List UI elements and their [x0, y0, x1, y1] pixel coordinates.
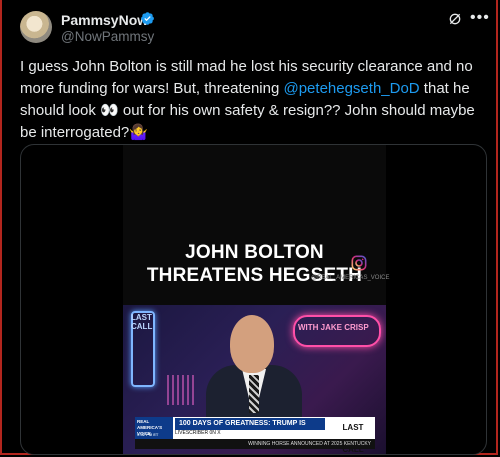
host-tie: [249, 375, 259, 413]
verified-badge-icon: [141, 12, 154, 25]
neon-decor: [167, 375, 197, 405]
headline-line-1: JOHN BOLTON: [185, 242, 324, 263]
more-icon[interactable]: •••: [470, 9, 490, 27]
media-card[interactable]: JOHN BOLTON THREATENS HEGSETH @REAL_AMER…: [20, 144, 487, 455]
avatar[interactable]: [20, 11, 52, 43]
broadcast-frame: LAST CALL WITH JAKE CRISP REAL AMERICA'S…: [123, 305, 386, 454]
show-logo: LAST CALL: [331, 417, 375, 454]
video-player[interactable]: JOHN BOLTON THREATENS HEGSETH @REAL_AMER…: [123, 145, 390, 454]
author-handle[interactable]: @NowPammsy: [61, 29, 154, 44]
ticker-time: 9:32 PM ET: [137, 432, 159, 437]
host-face: [230, 315, 274, 373]
news-ticker: REAL AMERICA'S VOICE 9:32 PM ET 100 DAYS…: [135, 417, 375, 454]
grok-icon[interactable]: [447, 11, 463, 27]
neon-sign-right-text: WITH JAKE CRISP: [298, 323, 369, 332]
mention-link[interactable]: @petehegseth_DoD: [283, 80, 419, 97]
ticker-headline: 100 DAYS OF GREATNESS: TRUMP IS WINNING!: [175, 418, 325, 439]
tweet-text: I guess John Bolton is still mad he lost…: [20, 56, 482, 144]
neon-sign-left-text: LAST CALL: [131, 313, 153, 331]
network-logo: REAL AMERICA'S VOICE 9:32 PM ET: [135, 417, 173, 439]
instagram-handle: @REAL_AMERICAS_VOICE: [311, 275, 390, 281]
instagram-icon: [351, 255, 367, 271]
ticker-subtext: LIVESCRIBER 0N X: [175, 430, 221, 436]
news-crawl: WINNING HORSE ANNOUNCED AT 2025 KENTUCKY: [135, 439, 375, 449]
author-name[interactable]: PammsyNow: [61, 12, 148, 28]
